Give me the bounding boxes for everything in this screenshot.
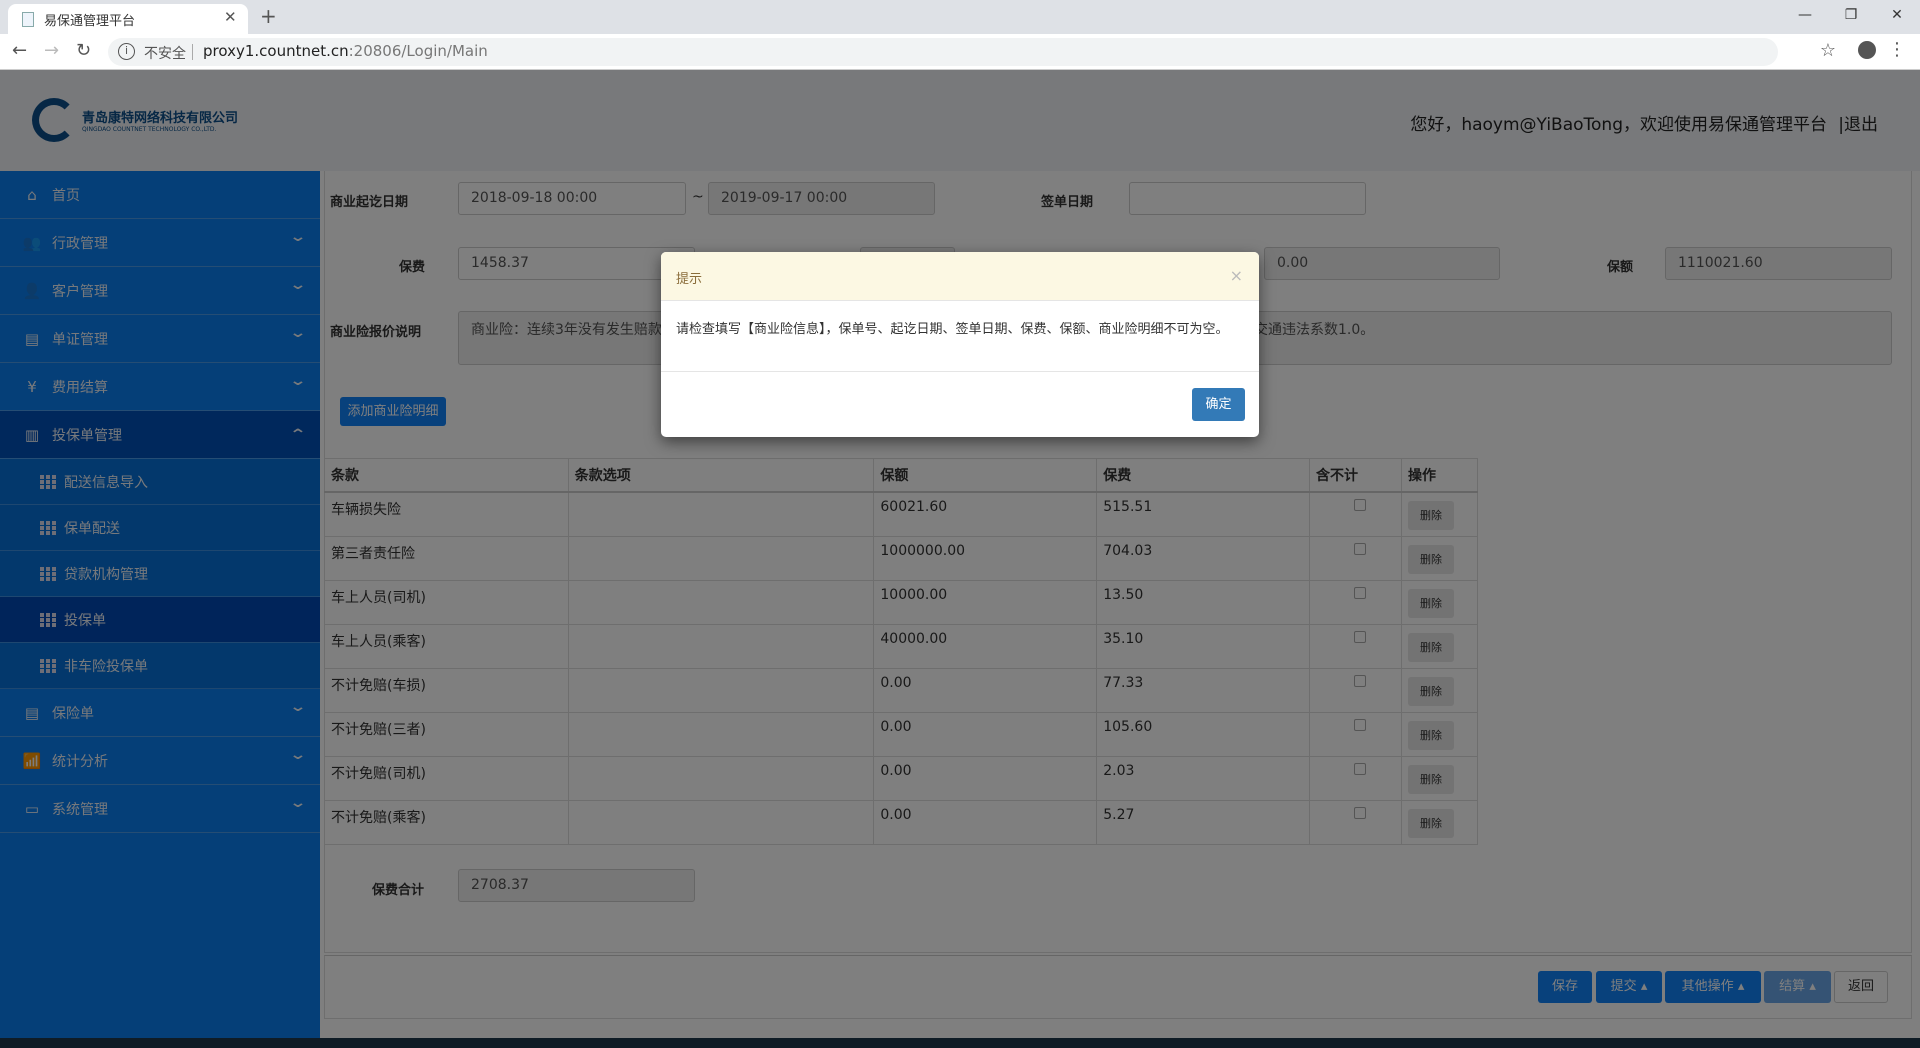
- close-window-button[interactable]: ✕: [1874, 0, 1920, 30]
- new-tab-button[interactable]: +: [260, 4, 277, 28]
- confirm-button[interactable]: 确定: [1192, 388, 1245, 421]
- restore-button[interactable]: ❐: [1828, 0, 1874, 30]
- dialog-title: 提示: [676, 272, 703, 287]
- minimize-button[interactable]: —: [1782, 0, 1828, 30]
- security-label: 不安全: [144, 46, 186, 62]
- url-text: proxy1.countnet.cn:20806/Login/Main: [203, 42, 488, 60]
- tab-title: 易保通管理平台: [44, 14, 136, 29]
- reload-icon[interactable]: ↻: [76, 40, 91, 61]
- alert-dialog: 提示 × 请检查填写【商业险信息】，保单号、起讫日期、签单日期、保费、保额、商业险…: [661, 252, 1259, 437]
- info-icon[interactable]: i: [118, 43, 135, 60]
- bookmark-star-icon[interactable]: ☆: [1820, 40, 1836, 61]
- page-icon: [22, 12, 34, 27]
- url-path: :20806/Login/Main: [348, 42, 488, 60]
- close-icon[interactable]: ×: [1230, 266, 1243, 285]
- url-input[interactable]: i 不安全 proxy1.countnet.cn:20806/Login/Mai…: [108, 38, 1778, 66]
- browser-tab[interactable]: 易保通管理平台 ✕: [8, 4, 248, 34]
- url-host: proxy1.countnet.cn: [203, 42, 349, 60]
- back-icon[interactable]: ←: [12, 40, 27, 61]
- dialog-message: 请检查填写【商业险信息】，保单号、起讫日期、签单日期、保费、保额、商业险明细不可…: [661, 301, 1259, 372]
- account-icon[interactable]: [1858, 41, 1876, 59]
- forward-icon[interactable]: →: [44, 40, 59, 61]
- close-tab-icon[interactable]: ✕: [224, 8, 237, 26]
- dialog-header: 提示 ×: [661, 252, 1259, 301]
- modal-backdrop[interactable]: [0, 70, 1920, 1038]
- address-bar-row: ← → ↻ i 不安全 proxy1.countnet.cn:20806/Log…: [0, 34, 1920, 70]
- os-taskbar: [0, 1038, 1920, 1048]
- divider: [192, 44, 193, 60]
- menu-icon[interactable]: ⋮: [1888, 39, 1906, 60]
- browser-tab-bar: 易保通管理平台 ✕ + — ❐ ✕: [0, 0, 1920, 34]
